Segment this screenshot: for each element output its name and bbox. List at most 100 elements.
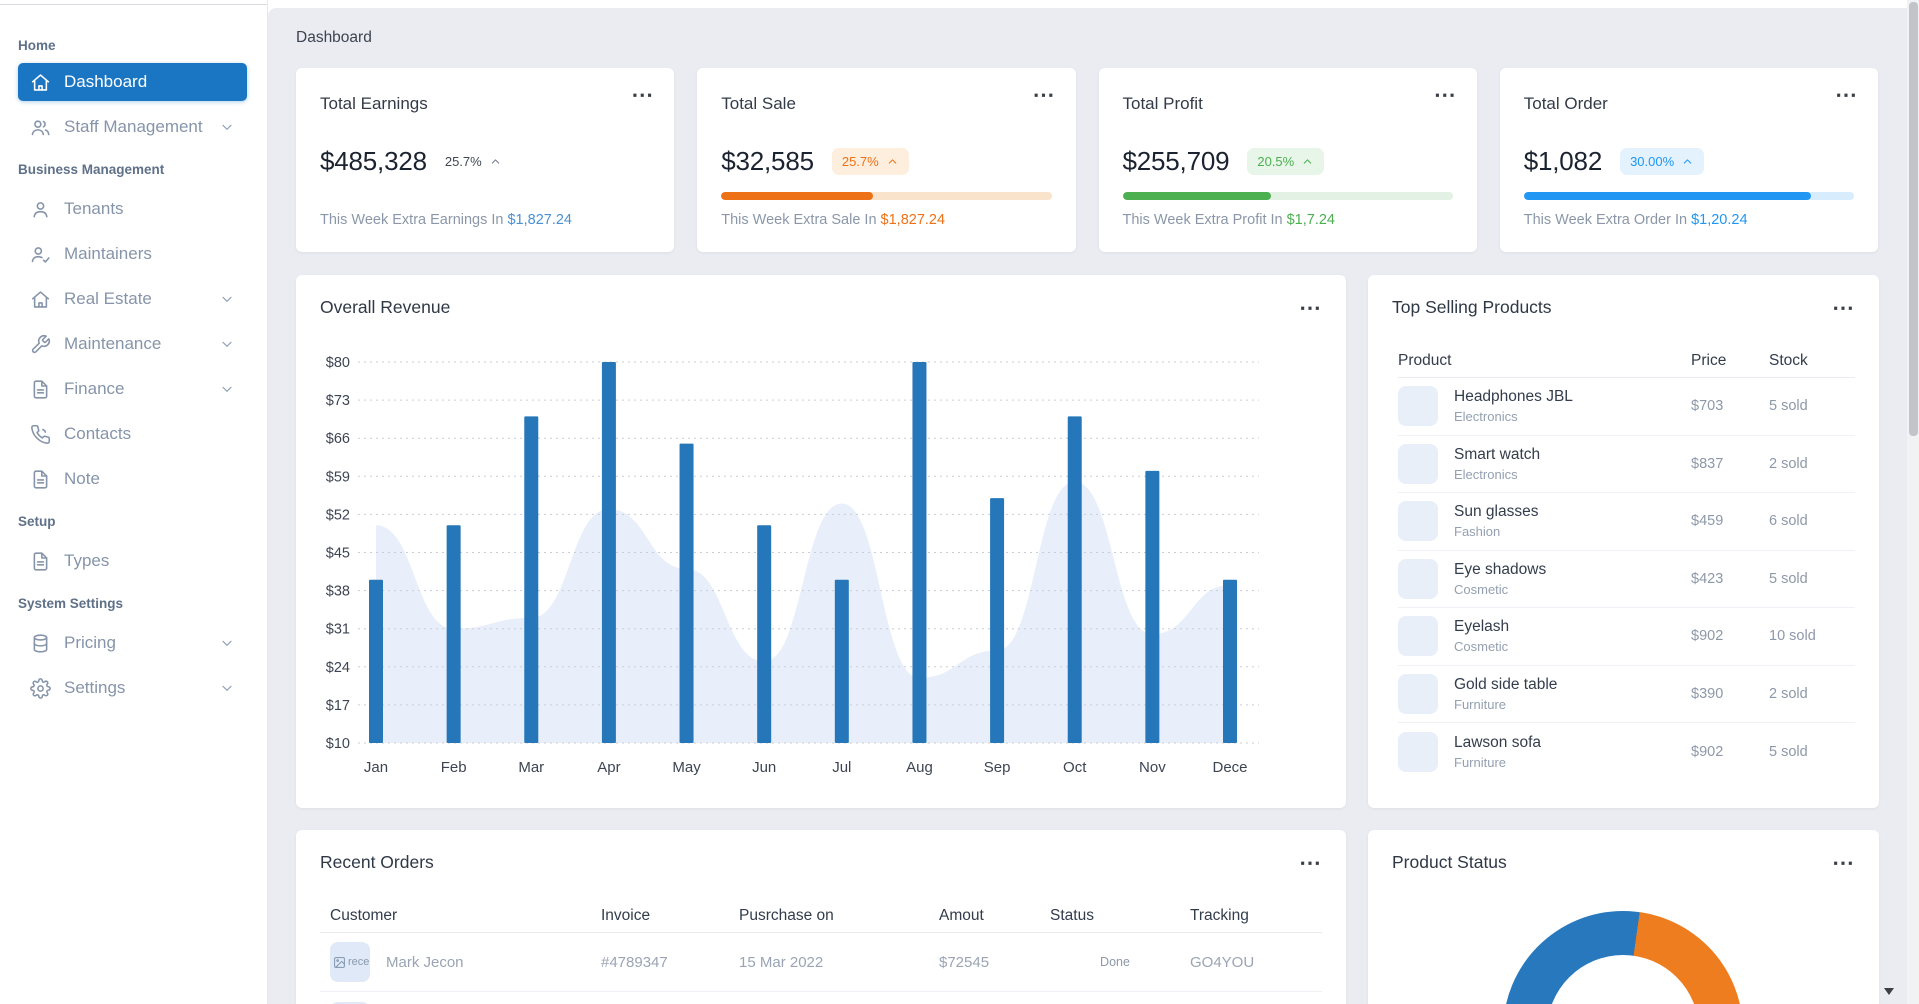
product-name: Smart watch (1454, 445, 1541, 463)
product-row[interactable]: Eyelash Cosmetic $902 10 sold (1398, 608, 1855, 666)
ellipsis-menu-button[interactable]: ⋯ (631, 84, 654, 106)
sidebar-item-pricing[interactable]: Pricing (0, 621, 267, 666)
bar-mar (524, 416, 539, 743)
product-thumbnail (1398, 616, 1438, 657)
sidebar-item-types[interactable]: Types (0, 539, 267, 584)
column-tracking: Tracking (1190, 907, 1249, 924)
product-category: Electronics (1454, 466, 1518, 482)
sidebar-item-dashboard[interactable]: Dashboard (18, 63, 247, 101)
sidebar-item-settings[interactable]: Settings (0, 666, 267, 711)
footnote-text: This Week Extra Profit In (1122, 212, 1283, 228)
page-scrollbar[interactable] (1907, 0, 1919, 1004)
product-price: $423 (1691, 570, 1724, 587)
sidebar-item-contacts[interactable]: Contacts (0, 412, 267, 457)
sidebar-top-divider (0, 4, 267, 5)
product-name: Headphones JBL (1454, 388, 1573, 406)
order-row[interactable]: rece Mark Jecon #4789347 15 Mar 2022 $72545 D… (320, 933, 1322, 992)
y-tick-label: $24 (326, 660, 350, 676)
stat-footnote: This Week Extra Sale In $1,827.24 (721, 212, 945, 228)
product-row[interactable]: Lawson sofa Furniture $902 5 sold (1398, 723, 1855, 781)
product-row[interactable]: Headphones JBL Electronics $703 5 sold (1398, 378, 1855, 436)
sidebar-item-finance[interactable]: Finance (0, 367, 267, 412)
bar-apr (601, 362, 616, 743)
bar-jul (834, 579, 849, 743)
ellipsis-menu-button[interactable]: ⋯ (1033, 84, 1056, 106)
sidebar-item-maintenance[interactable]: Maintenance (0, 322, 267, 367)
image-icon (333, 956, 346, 969)
sidebar-item-label: Tenants (64, 199, 124, 218)
bar-nov (1145, 470, 1160, 743)
card-title: Top Selling Products (1392, 297, 1552, 317)
product-name: Sun glasses (1454, 503, 1539, 521)
sidebar-item-label: Dashboard (64, 72, 148, 91)
sidebar-section-heading: Setup (18, 513, 56, 529)
bar-feb (446, 525, 461, 743)
stat-value: $1,082 (1523, 146, 1603, 176)
stat-value: $32,585 (721, 146, 814, 176)
recent-orders-card: Recent Orders ⋯ Customer Invoice Pusrcha… (296, 830, 1346, 1004)
product-category: Furniture (1454, 696, 1507, 712)
sidebar-item-staff-management[interactable]: Staff Management (0, 105, 267, 150)
customer-avatar-broken-image: rece (330, 942, 370, 982)
bar-jun (757, 525, 772, 743)
bar-dece (1223, 579, 1237, 743)
ellipsis-menu-button[interactable]: ⋯ (1299, 851, 1322, 873)
scrollbar-thumb[interactable] (1908, 2, 1918, 436)
percent-change: 25.7% (444, 154, 482, 169)
product-stock: 2 sold (1769, 455, 1808, 472)
footnote-amount: $1,827.24 (880, 212, 946, 228)
scroll-down-icon (1884, 988, 1894, 995)
sidebar-item-tenants[interactable]: Tenants (0, 187, 267, 232)
x-tick-label: Jul (832, 759, 851, 776)
ellipsis-menu-button[interactable]: ⋯ (1832, 851, 1855, 873)
chevron-down-icon (219, 381, 235, 397)
user-icon (30, 199, 51, 220)
product-row[interactable]: Eye shadows Cosmetic $423 5 sold (1398, 551, 1855, 608)
sidebar-item-label: Finance (64, 379, 125, 398)
ellipsis-icon: ⋯ (1832, 294, 1855, 320)
ellipsis-icon: ⋯ (1835, 82, 1858, 107)
sidebar-item-note[interactable]: Note (0, 457, 267, 502)
ellipsis-menu-button[interactable]: ⋯ (1832, 296, 1855, 318)
product-category: Fashion (1454, 524, 1501, 540)
ellipsis-menu-button[interactable]: ⋯ (1434, 84, 1457, 106)
chevron-up-icon (1681, 155, 1694, 168)
product-row[interactable]: Gold side table Furniture $390 2 sold (1398, 666, 1855, 723)
stat-footnote: This Week Extra Order In $1,20.24 (1524, 212, 1748, 228)
product-price: $459 (1691, 513, 1724, 530)
product-category: Electronics (1454, 409, 1518, 425)
product-row[interactable]: Sun glasses Fashion $459 6 sold (1398, 493, 1855, 551)
bar-may (679, 443, 694, 743)
sidebar-item-label: Real Estate (64, 289, 152, 308)
stat-card-title: Total Order (1523, 94, 1608, 113)
percent-badge: 25.7% (831, 148, 909, 175)
x-tick-label: Jan (364, 759, 388, 776)
ellipsis-icon: ⋯ (631, 82, 655, 107)
sidebar-item-label: Pricing (64, 633, 116, 652)
bar-oct (1067, 416, 1082, 743)
sidebar-item-label: Settings (64, 678, 126, 697)
stat-card-total-earnings: Total Earnings ⋯ $485,328 25.7% This Week Ex… (296, 68, 675, 252)
avatar-alt-text: rece (348, 956, 370, 968)
progress-bar (1122, 192, 1453, 200)
product-stock: 5 sold (1769, 398, 1808, 415)
product-price: $837 (1691, 455, 1724, 472)
product-category: Cosmetic (1454, 639, 1509, 655)
product-row[interactable]: Smart watch Electronics $837 2 sold (1398, 436, 1855, 493)
gear-icon (30, 677, 51, 699)
content-area: Dashboard Total Earnings ⋯ $485,328 25.7% Th… (268, 0, 1907, 1004)
bar-jan (369, 579, 383, 743)
column-status: Status (1050, 907, 1094, 924)
page-title: Dashboard (296, 29, 372, 46)
home-icon (30, 289, 51, 310)
sidebar-item-maintainers[interactable]: Maintainers (0, 232, 267, 277)
y-tick-label: $45 (326, 546, 350, 562)
orders-table-body: rece Mark Jecon #4789347 15 Mar 2022 $72545 D… (320, 933, 1322, 1004)
product-price: $902 (1691, 743, 1724, 760)
order-purchase-date: 15 Mar 2022 (739, 953, 824, 971)
sidebar-item-real-estate[interactable]: Real Estate (0, 277, 267, 322)
ellipsis-menu-button[interactable]: ⋯ (1835, 84, 1858, 106)
y-tick-label: $73 (326, 393, 350, 409)
x-tick-label: May (672, 759, 701, 776)
percent-badge: 20.5% (1247, 148, 1325, 175)
